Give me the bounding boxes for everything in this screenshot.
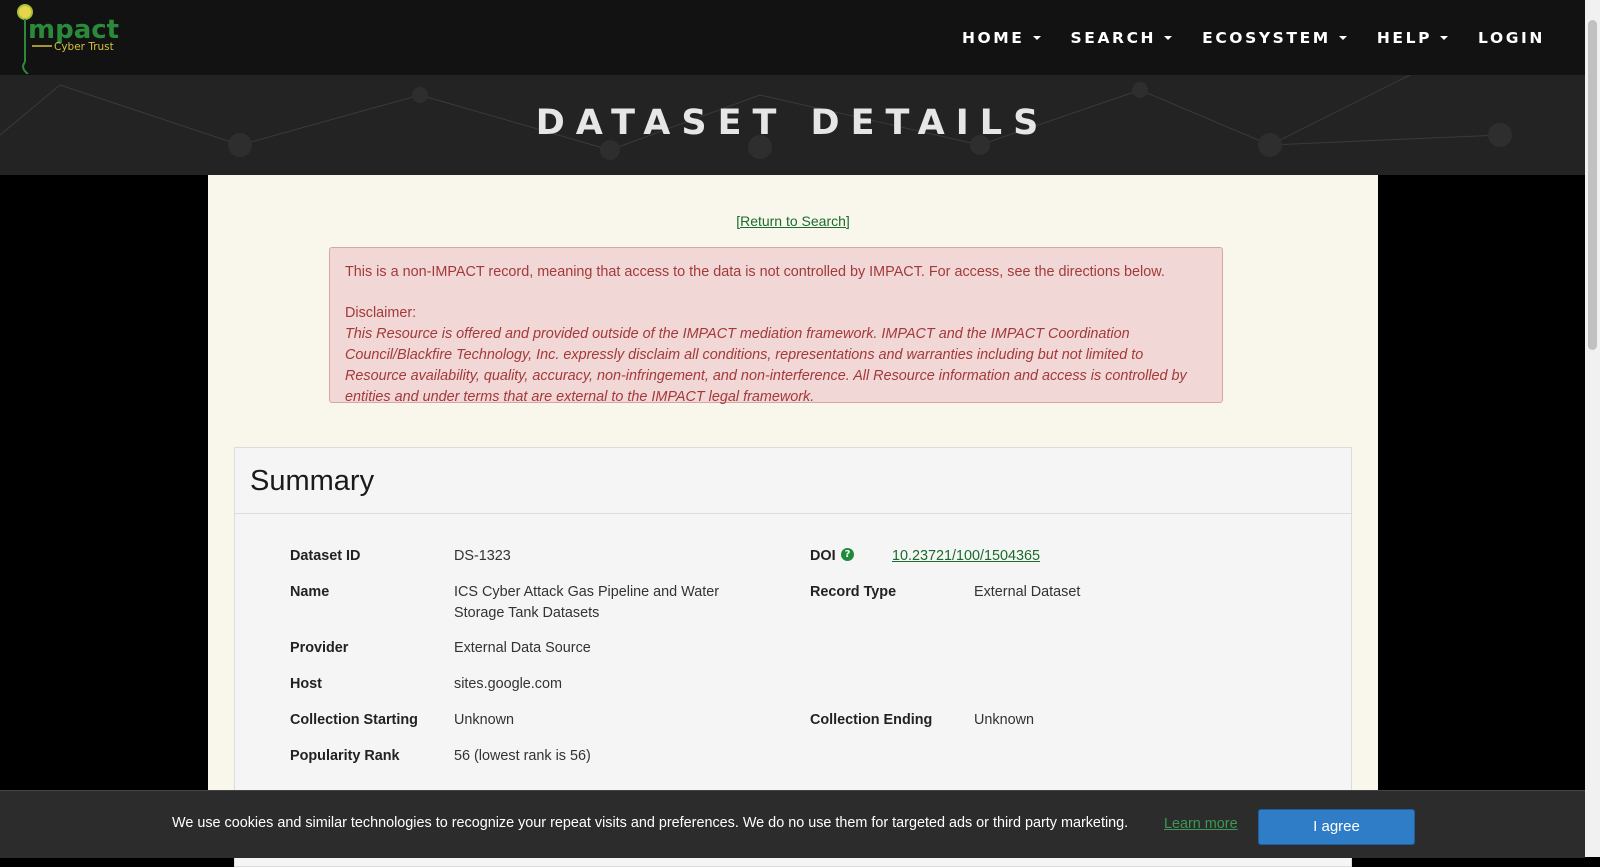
popularity-rank-value: 56 (lowest rank is 56) xyxy=(454,748,591,764)
summary-header: Summary xyxy=(235,448,1351,514)
name-label: Name xyxy=(290,584,330,600)
nav-help-label: HELP xyxy=(1376,28,1433,47)
popularity-rank-label: Popularity Rank xyxy=(290,748,400,764)
chevron-down-icon xyxy=(1032,35,1041,40)
non-impact-alert: This is a non-IMPACT record, meaning tha… xyxy=(329,247,1223,405)
nav-home-label: HOME xyxy=(961,28,1025,47)
doi-label: DOI xyxy=(810,548,836,564)
page-header: DATASET DETAILS xyxy=(0,75,1585,175)
nav-ecosystem[interactable]: ECOSYSTEM xyxy=(1202,29,1347,47)
nav-home[interactable]: HOME xyxy=(962,29,1041,47)
provider-value: External Data Source xyxy=(454,640,591,656)
question-circle-icon[interactable]: ? xyxy=(841,548,854,561)
cookie-banner: We use cookies and similar technologies … xyxy=(0,790,1585,858)
doi-value: 10.23721/100/1504365 xyxy=(892,546,1040,567)
impact-logo[interactable]: mpact Cyber Trust xyxy=(12,2,122,75)
host-label: Host xyxy=(290,676,322,692)
return-to-search-link[interactable]: [Return to Search] xyxy=(736,213,850,229)
provider-label: Provider xyxy=(290,640,349,656)
learn-more-link[interactable]: Learn more xyxy=(1164,816,1238,832)
chevron-down-icon xyxy=(1440,35,1449,40)
nav-login[interactable]: LOGIN xyxy=(1478,29,1545,47)
name-value: ICS Cyber Attack Gas Pipeline and Water … xyxy=(454,584,720,621)
page-title: DATASET DETAILS xyxy=(535,103,1050,143)
alert-notice: This is a non-IMPACT record, meaning tha… xyxy=(345,264,1165,280)
collection-starting-value: Unknown xyxy=(454,712,514,728)
dataset-id-label: Dataset ID xyxy=(290,548,361,564)
chevron-down-icon xyxy=(1338,35,1347,40)
page-scrollbar[interactable] xyxy=(1585,0,1600,857)
doi-link[interactable]: 10.23721/100/1504365 xyxy=(892,548,1040,564)
record-type-label: Record Type xyxy=(810,584,897,600)
dataset-id-value: DS-1323 xyxy=(454,548,511,564)
summary-title: Summary xyxy=(250,465,375,497)
nav-help[interactable]: HELP xyxy=(1376,28,1449,47)
navbar: mpact Cyber Trust HOME SEARCH ECOSYSTEM … xyxy=(0,0,1585,75)
main-content: [Return to Search] This is a non-IMPACT … xyxy=(208,175,1378,867)
disclaimer-text: This Resource is offered and provided ou… xyxy=(345,326,1187,405)
host-value: sites.google.com xyxy=(454,676,562,692)
svg-text:Cyber Trust: Cyber Trust xyxy=(54,41,114,53)
scrollbar-thumb[interactable] xyxy=(1588,20,1597,350)
collection-ending-value: Unknown xyxy=(974,712,1034,728)
chevron-down-icon xyxy=(1164,35,1173,40)
cookie-text: We use cookies and similar technologies … xyxy=(172,815,1129,831)
collection-starting-label: Collection Starting xyxy=(290,712,418,728)
nav-ecosystem-label: ECOSYSTEM xyxy=(1202,28,1331,47)
agree-button[interactable]: I agree xyxy=(1258,809,1415,845)
main-nav: HOME SEARCH ECOSYSTEM HELP LOGIN xyxy=(932,0,1545,75)
return-link-row: [Return to Search] xyxy=(208,213,1378,229)
nav-login-label: LOGIN xyxy=(1478,28,1545,47)
record-type-value: External Dataset xyxy=(974,584,1081,600)
nav-search[interactable]: SEARCH xyxy=(1071,29,1173,47)
collection-ending-label: Collection Ending xyxy=(810,712,933,728)
disclaimer-label: Disclaimer: xyxy=(345,305,417,321)
nav-search-label: SEARCH xyxy=(1070,28,1157,47)
